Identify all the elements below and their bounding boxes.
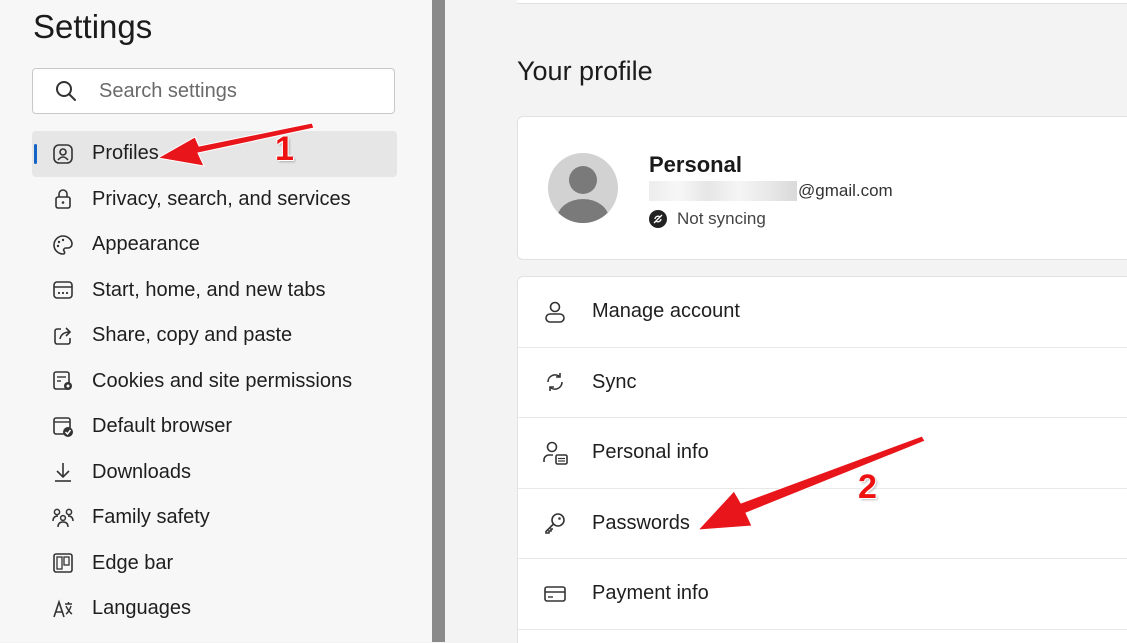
profile-name: Personal [649, 152, 742, 177]
profile-settings-list: Manage account Sync Personal info Passwo… [517, 276, 1127, 643]
sidebar-item-appearance[interactable]: Appearance [32, 222, 397, 268]
person-icon [542, 299, 568, 325]
sync-off-icon [649, 210, 667, 228]
sidebar-item-languages[interactable]: Languages [32, 586, 397, 632]
palette-icon [51, 233, 75, 257]
default-browser-icon [51, 415, 75, 439]
sidebar-item-label: Edge bar [92, 551, 174, 574]
payment-info-row[interactable]: Payment info [518, 559, 1127, 630]
search-icon [56, 81, 76, 101]
search-box[interactable] [32, 68, 395, 114]
sidebar-item-label: Profiles [92, 142, 159, 165]
sidebar-item-profiles[interactable]: Profiles [32, 131, 397, 177]
redacted-email [649, 181, 797, 201]
email-suffix: @gmail.com [798, 181, 893, 200]
sidebar-item-default-browser[interactable]: Default browser [32, 404, 397, 450]
row-label: Sync [592, 370, 637, 393]
top-card-edge [517, 0, 1127, 4]
card-icon [542, 581, 568, 607]
settings-nav: Profiles Privacy, search, and services A… [32, 131, 397, 632]
sync-icon [542, 369, 568, 395]
lock-icon [51, 187, 75, 211]
share-icon [51, 324, 75, 348]
sidebar-item-label: Family safety [92, 506, 210, 529]
annotation-number-1: 1 [275, 130, 294, 168]
sidebar-item-family-safety[interactable]: Family safety [32, 495, 397, 541]
sidebar-item-label: Share, copy and paste [92, 324, 293, 347]
sidebar-item-downloads[interactable]: Downloads [32, 450, 397, 496]
sync-status-text: Not syncing [677, 209, 766, 228]
sidebar-item-privacy[interactable]: Privacy, search, and services [32, 177, 397, 223]
row-label: Personal info [592, 441, 709, 464]
personal-info-icon [542, 440, 568, 466]
edge-bar-icon [51, 551, 75, 575]
sidebar-item-share[interactable]: Share, copy and paste [32, 313, 397, 359]
row-label: Manage account [592, 300, 740, 323]
settings-title: Settings [33, 8, 153, 45]
sidebar-item-cookies[interactable]: Cookies and site permissions [32, 359, 397, 405]
avatar [548, 153, 618, 223]
sync-row[interactable]: Sync [518, 348, 1127, 418]
passwords-row[interactable]: Passwords [518, 489, 1127, 559]
cookies-icon [51, 369, 75, 393]
profile-email: @gmail.com [649, 181, 893, 201]
download-icon [51, 460, 75, 484]
settings-sidebar: Settings Profiles Privacy, search, and s… [0, 0, 432, 642]
sidebar-item-label: Start, home, and new tabs [92, 278, 326, 301]
main-content: Your profile Personal @gmail.com Not syn… [445, 0, 1127, 643]
sync-status: Not syncing [649, 209, 766, 229]
profile-card: Personal @gmail.com Not syncing [517, 116, 1127, 260]
sidebar-item-label: Downloads [92, 460, 191, 483]
profiles-icon [51, 142, 75, 166]
row-label: Passwords [592, 511, 690, 534]
sidebar-item-label: Privacy, search, and services [92, 187, 351, 210]
sidebar-item-label: Cookies and site permissions [92, 369, 353, 392]
sidebar-item-label: Languages [92, 597, 191, 620]
personal-info-row[interactable]: Personal info [518, 418, 1127, 489]
sidebar-item-start-home[interactable]: Start, home, and new tabs [32, 268, 397, 314]
start-home-icon [51, 278, 75, 302]
search-input[interactable] [97, 78, 361, 104]
row-label: Payment info [592, 582, 709, 605]
sidebar-item-label: Appearance [92, 233, 200, 256]
pane-divider[interactable] [432, 0, 445, 642]
sidebar-item-edge-bar[interactable]: Edge bar [32, 541, 397, 587]
annotation-number-2: 2 [858, 468, 877, 506]
sidebar-item-label: Default browser [92, 415, 233, 438]
manage-account-row[interactable]: Manage account [518, 277, 1127, 348]
family-icon [51, 506, 75, 530]
key-icon [542, 510, 568, 536]
profile-heading: Your profile [517, 56, 653, 86]
languages-icon [51, 597, 75, 621]
